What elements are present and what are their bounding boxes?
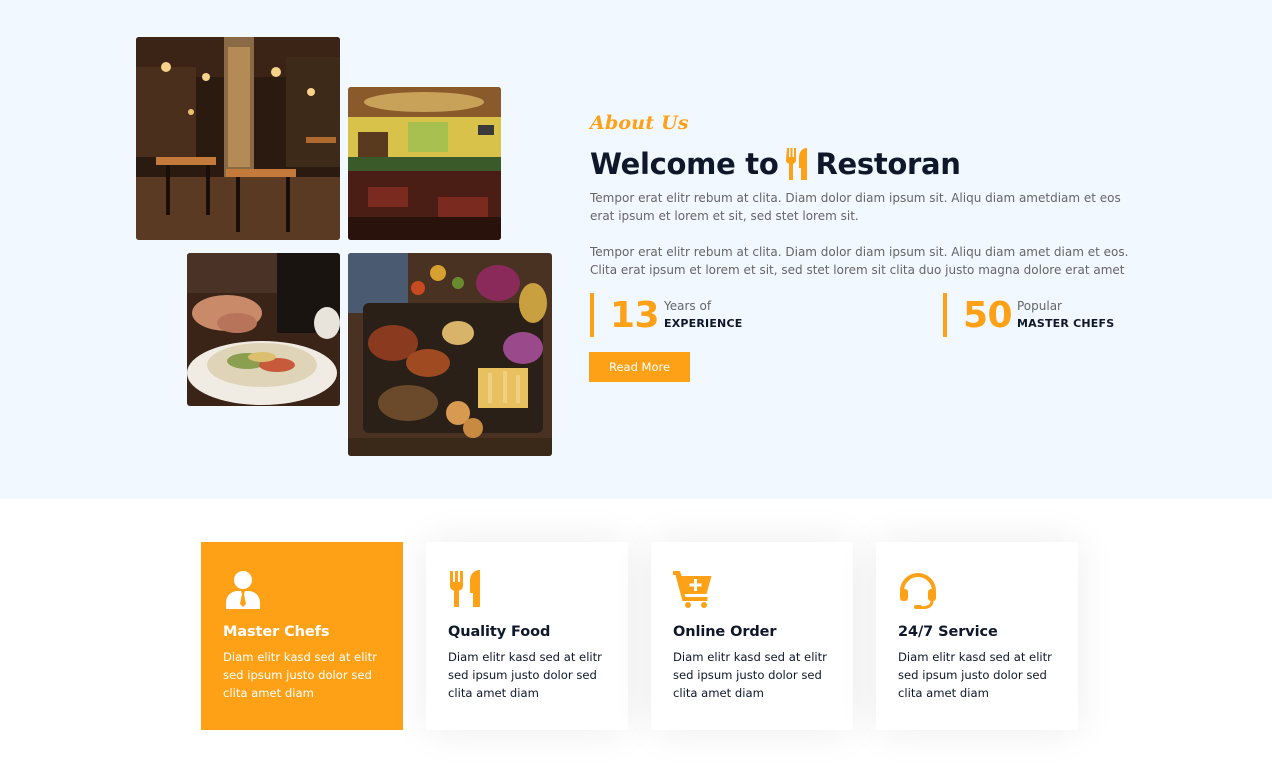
user-tie-icon [223,569,263,609]
restaurant-bar-photo [348,87,501,240]
stat-experience: 13 Years of EXPERIENCE [590,293,742,337]
services-section: Master Chefs Diam elitr kasd sed at elit… [0,499,1272,763]
service-description: Diam elitr kasd sed at elitr sed ipsum j… [673,650,827,700]
stat-label-line2: EXPERIENCE [664,317,743,330]
service-card-quality-food[interactable]: Quality Food Diam elitr kasd sed at elit… [426,542,628,730]
service-card-24-7-service[interactable]: 24/7 Service Diam elitr kasd sed at elit… [876,542,1078,730]
title-prefix: Welcome to [590,147,779,181]
service-description: Diam elitr kasd sed at elitr sed ipsum j… [898,650,1052,700]
stat-label-line1: Popular [1017,299,1062,313]
about-kicker: About Us [590,112,689,134]
stat-master-chefs: 50 Popular MASTER CHEFS [943,293,1114,337]
stat-number: 50 [963,294,1013,336]
restaurant-interior-photo [136,37,340,240]
service-title: Master Chefs [223,624,330,640]
headset-icon [898,569,938,609]
service-description: Diam elitr kasd sed at elitr sed ipsum j… [223,650,377,700]
service-title: 24/7 Service [898,624,998,640]
stat-label: Popular MASTER CHEFS [1017,298,1114,332]
about-section: About Us Welcome to Restoran Tempor erat… [0,0,1272,499]
service-card-master-chefs[interactable]: Master Chefs Diam elitr kasd sed at elit… [201,542,403,730]
cart-plus-icon [673,569,713,609]
about-title: Welcome to Restoran [590,144,961,184]
stat-number: 13 [610,294,660,336]
stat-label: Years of EXPERIENCE [664,298,742,332]
grilled-platter-photo [348,253,552,456]
utensils-icon [785,147,811,181]
service-title: Online Order [673,624,777,640]
utensils-icon [448,569,488,609]
about-paragraph-1: Tempor erat elitr rebum at clita. Diam d… [590,191,1121,223]
stat-label-line1: Years of [664,299,712,313]
stat-label-line2: MASTER CHEFS [1017,317,1115,330]
salad-dish-photo [187,253,340,406]
read-more-button[interactable]: Read More [589,352,690,382]
service-title: Quality Food [448,624,551,640]
about-paragraph-2: Tempor erat elitr rebum at clita. Diam d… [590,245,1129,277]
service-description: Diam elitr kasd sed at elitr sed ipsum j… [448,650,602,700]
service-card-online-order[interactable]: Online Order Diam elitr kasd sed at elit… [651,542,853,730]
title-brand: Restoran [815,147,961,181]
